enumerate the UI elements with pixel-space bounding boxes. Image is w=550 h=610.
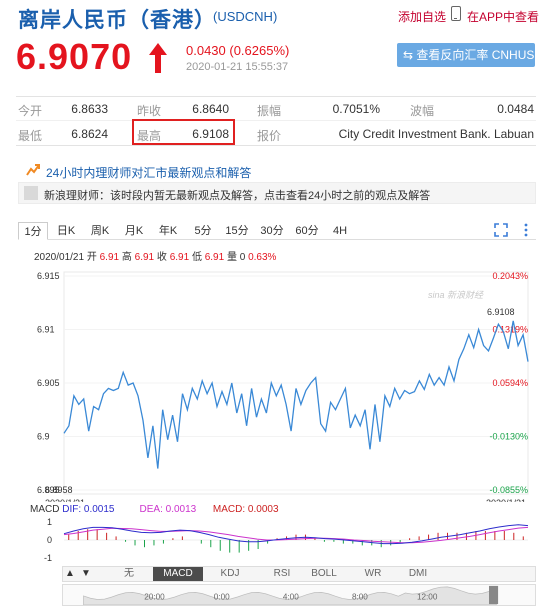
tab-1min[interactable]: 1分 <box>18 222 48 240</box>
settings-icon[interactable] <box>519 223 533 237</box>
tab-30min[interactable]: 30分 <box>256 222 288 240</box>
indicator-none[interactable]: 无 <box>109 567 149 581</box>
low-value: 6.8624 <box>71 127 108 141</box>
arrow-up-icon <box>149 43 167 73</box>
tab-yearly[interactable]: 年K <box>152 222 184 240</box>
range-navigator[interactable]: 20:00 0:00 4:00 8:00 12:00 <box>62 584 536 606</box>
quote-row: 今开 6.8633 昨收 6.8640 振幅 0.7051% 波幅 0.0484 <box>16 97 536 121</box>
time-axis-label: 12:00 <box>417 593 438 602</box>
trend-icon <box>26 164 40 176</box>
fullscreen-icon[interactable] <box>494 223 508 237</box>
pct-tick-label: -0.0130% <box>489 432 528 442</box>
indicator-kdj[interactable]: KDJ <box>205 567 255 581</box>
x-start-label: 2020/1/21 <box>45 498 85 502</box>
dif-line <box>63 524 529 545</box>
macd-y-tick: 1 <box>47 517 52 527</box>
tab-5min[interactable]: 5分 <box>188 222 218 240</box>
macd-y-tick: -1 <box>44 553 52 563</box>
tab-weekly[interactable]: 周K <box>84 222 116 240</box>
page-title: 离岸人民币（香港） <box>18 9 216 32</box>
price-chart[interactable]: 6.9156.916.9056.96.8950.2043%0.1319%0.05… <box>0 262 550 502</box>
indicator-macd[interactable]: MACD <box>153 567 203 581</box>
tab-60min[interactable]: 60分 <box>291 222 323 240</box>
macd-label: MACD <box>212 504 243 515</box>
avatar-icon <box>24 186 38 200</box>
pct-tick-label: 0.2043% <box>492 271 528 281</box>
add-watchlist-link[interactable]: 添加自选 <box>398 8 446 25</box>
indicator-wr[interactable]: WR <box>348 567 398 581</box>
x-end-label: 2020/1/21 <box>486 498 526 502</box>
quote-row: 最低 6.8624 最高 6.9108 报价 City Credit Inves… <box>16 122 536 146</box>
time-axis-label: 8:00 <box>352 593 368 602</box>
price-change: 0.0430 (0.6265%) <box>186 43 290 58</box>
ohlc-info: 2020/01/21 开 6.91 高 6.91 收 6.91 低 6.91 量… <box>34 248 276 263</box>
high-highlight-box <box>132 119 235 145</box>
low-label: 最低 <box>18 129 43 143</box>
tab-daily[interactable]: 日K <box>51 222 81 240</box>
timestamp: 2020-01-21 15:55:37 <box>186 61 289 73</box>
navigator-handle <box>489 585 499 605</box>
scroll-up-icon[interactable]: ▲ <box>63 567 77 581</box>
tab-4h[interactable]: 4H <box>326 222 354 240</box>
reverse-rate-button[interactable]: ⇆ 查看反向汇率 CNHUSD <box>397 43 535 67</box>
amplitude-label: 振幅 <box>257 104 282 118</box>
dea-value: 0.0013 <box>165 504 197 515</box>
indicator-boll[interactable]: BOLL <box>299 567 349 581</box>
y-tick-label: 6.91 <box>37 325 55 335</box>
open-value: 6.8633 <box>71 102 108 116</box>
reverse-rate-label: 查看反向汇率 CNHUSD <box>416 48 535 62</box>
quote-source-value: City Credit Investment Bank. Labuan <box>338 127 534 141</box>
symbol-code: (USDCNH) <box>213 9 278 24</box>
tab-15min[interactable]: 15分 <box>221 222 253 240</box>
max-price-label: 6.9108 <box>487 307 515 317</box>
time-axis-label: 20:00 <box>144 593 165 602</box>
macd-legend: MACD DIF: 0.0015 DEA: 0.0013 MACD: 0.000… <box>30 504 279 515</box>
prev-close-value: 6.8640 <box>192 102 229 116</box>
period-tabs: 1分 日K 周K 月K 年K 5分 15分 30分 60分 4H <box>18 222 536 240</box>
y-tick-label: 6.9 <box>37 432 50 442</box>
tab-monthly[interactable]: 月K <box>118 222 150 240</box>
time-axis-label: 0:00 <box>214 593 230 602</box>
amplitude-value: 0.7051% <box>332 102 380 116</box>
wave-value: 0.0484 <box>497 102 534 116</box>
macd-panel-label: MACD <box>30 504 60 515</box>
dea-label: DEA <box>139 504 161 515</box>
dif-value: 0.0015 <box>83 504 115 515</box>
indicator-dmi[interactable]: DMI <box>393 567 443 581</box>
y-tick-label: 6.905 <box>37 378 60 388</box>
min-price-label: 6.8958 <box>45 485 73 495</box>
macd-y-tick: 0 <box>47 535 52 545</box>
analysis-message-link[interactable]: 新浪理财师：该时段内暂无最新观点及解答，点击查看24小时之前的观点及解答 <box>44 187 430 203</box>
analysis-title-link[interactable]: 24小时内理财师对汇市最新观点和解答 <box>46 164 251 181</box>
quote-source-label: 报价 <box>257 129 282 143</box>
open-label: 今开 <box>18 104 43 118</box>
y-tick-label: 6.915 <box>37 271 60 281</box>
current-price: 6.9070 <box>16 36 133 77</box>
price-line <box>63 320 529 469</box>
prev-close-label: 昨收 <box>137 104 162 118</box>
macd-chart[interactable]: 1 0 -1 <box>0 516 550 564</box>
macd-value: 0.0003 <box>247 504 279 515</box>
pct-tick-label: -0.0855% <box>489 485 528 495</box>
pct-tick-label: 0.0594% <box>492 378 528 388</box>
watermark: sina 新浪财经 <box>428 290 484 300</box>
phone-icon <box>451 6 461 21</box>
scroll-down-icon[interactable]: ▼ <box>79 567 93 581</box>
time-axis-label: 4:00 <box>283 593 299 602</box>
quote-table: 今开 6.8633 昨收 6.8640 振幅 0.7051% 波幅 0.0484… <box>16 96 536 146</box>
view-in-app-link[interactable]: 在APP中查看 <box>467 8 539 25</box>
wave-label: 波幅 <box>410 104 435 118</box>
indicator-tabs: ▲ ▼ 无 MACD KDJ RSI BOLL WR DMI <box>62 566 536 582</box>
dif-label: DIF <box>62 504 79 515</box>
swap-icon: ⇆ <box>403 48 417 62</box>
